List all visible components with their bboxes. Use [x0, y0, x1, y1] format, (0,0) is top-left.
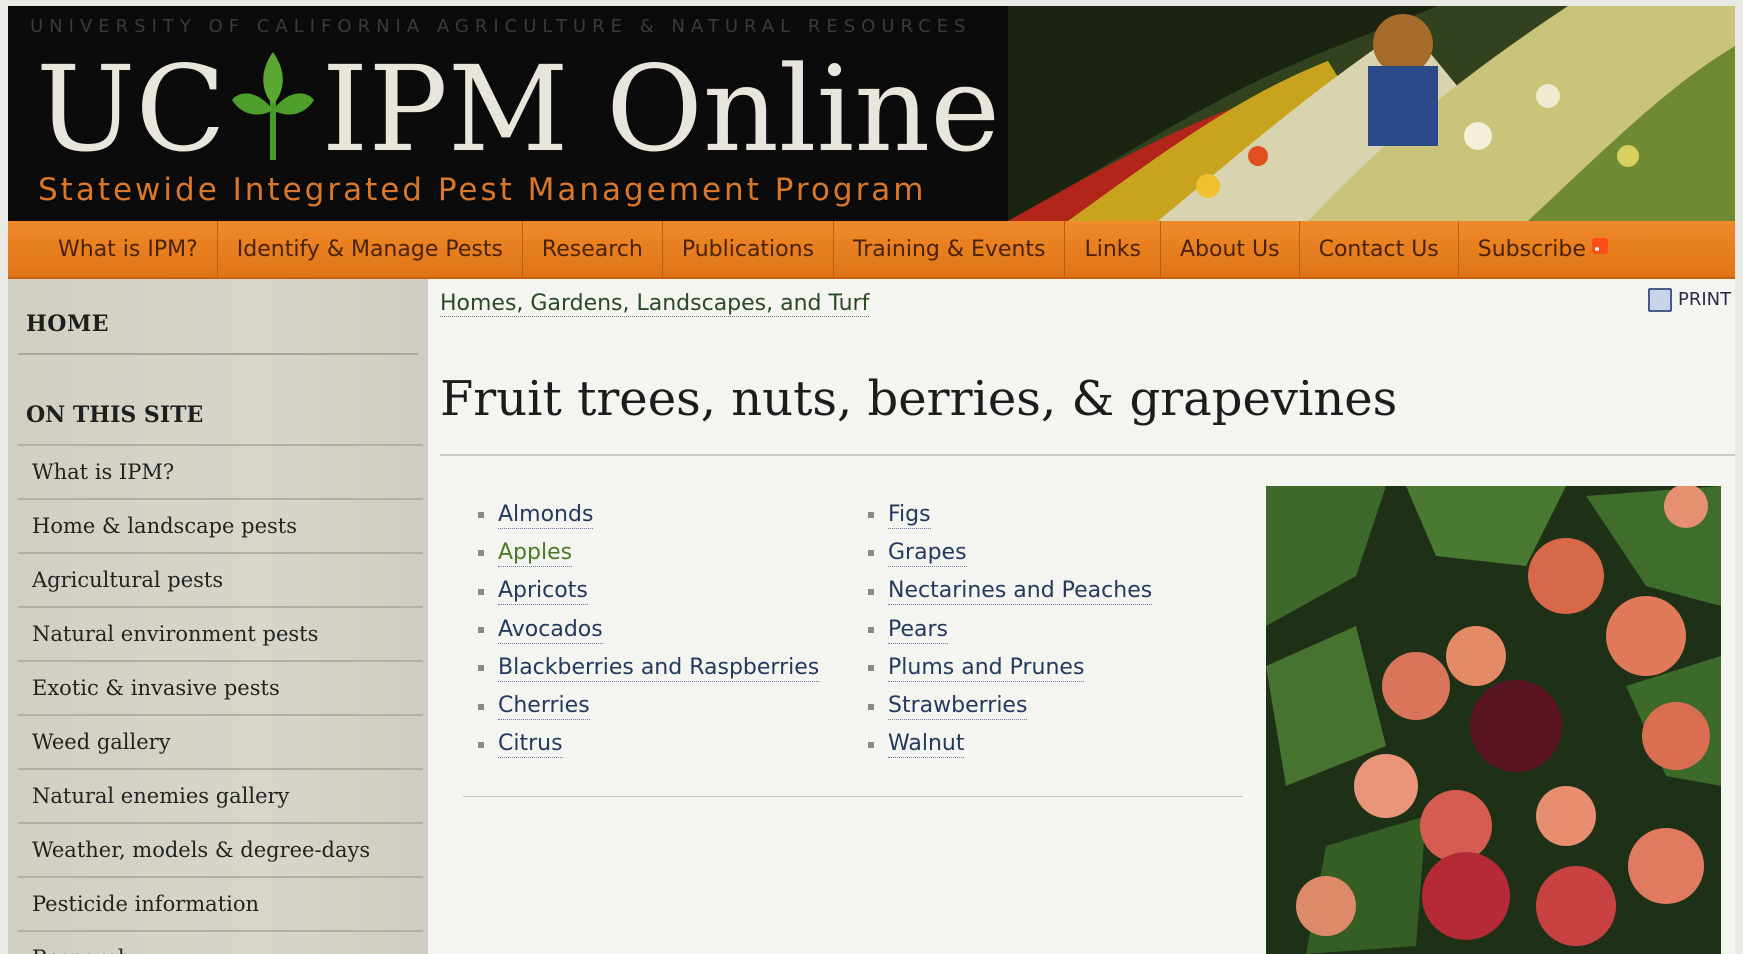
nav-publications[interactable]: Publications — [663, 221, 835, 277]
bullet-icon — [868, 627, 874, 634]
nav-contact-us[interactable]: Contact Us — [1300, 221, 1459, 277]
nav-about-us[interactable]: About Us — [1161, 221, 1300, 277]
link-citrus[interactable]: Citrus — [498, 731, 563, 759]
crop-list-right: Figs Grapes Nectarines and Peaches Pears… — [868, 496, 1153, 764]
bullet-icon — [868, 741, 874, 748]
nav-subscribe-label: Subscribe — [1477, 236, 1586, 262]
bullet-icon — [478, 550, 484, 557]
list-item: Walnut — [868, 726, 1152, 764]
logo-ipm-online: IPM Online — [321, 40, 1001, 178]
print-icon — [1648, 288, 1672, 312]
sidebar: HOME ON THIS SITE What is IPM? Home & la… — [8, 279, 428, 954]
crop-list-left: Almonds Apples Apricots Avocados Blackbe… — [478, 496, 820, 764]
link-figs[interactable]: Figs — [888, 502, 931, 529]
sidebar-list: What is IPM? Home & landscape pests Agri… — [18, 444, 423, 954]
page-title: Fruit trees, nuts, berries, & grapevines — [440, 371, 1398, 427]
list-item: Apples — [478, 534, 819, 572]
print-button[interactable]: PRINT — [1648, 288, 1731, 312]
tagline: Statewide Integrated Pest Management Pro… — [38, 172, 927, 208]
list-item: Avocados — [478, 611, 819, 649]
list-item: Figs — [868, 496, 1152, 534]
nav-research[interactable]: Research — [523, 221, 663, 277]
list-divider — [463, 796, 1243, 797]
bullet-icon — [478, 627, 484, 634]
bullet-icon — [478, 741, 484, 748]
sidebar-item-agricultural-pests[interactable]: Agricultural pests — [18, 552, 423, 606]
bullet-icon — [868, 550, 874, 557]
sidebar-item-research[interactable]: Research — [18, 930, 423, 954]
list-item: Grapes — [868, 534, 1152, 572]
bullet-icon — [868, 512, 874, 519]
list-item: Cherries — [478, 687, 819, 725]
university-name: UNIVERSITY OF CALIFORNIA AGRICULTURE & N… — [30, 16, 972, 37]
link-apricots[interactable]: Apricots — [498, 578, 588, 606]
page: UNIVERSITY OF CALIFORNIA AGRICULTURE & N… — [8, 6, 1735, 954]
list-item: Almonds — [478, 496, 819, 534]
nav-what-is-ipm[interactable]: What is IPM? — [8, 221, 218, 277]
link-plums-prunes[interactable]: Plums and Prunes — [888, 655, 1085, 682]
link-cherries[interactable]: Cherries — [498, 693, 590, 721]
bullet-icon — [478, 588, 484, 595]
link-walnut[interactable]: Walnut — [888, 731, 965, 759]
rss-icon — [1591, 238, 1608, 254]
link-grapes[interactable]: Grapes — [888, 540, 967, 567]
sidebar-heading: ON THIS SITE — [26, 402, 204, 428]
logo-uc: UC — [36, 40, 226, 178]
link-strawberries[interactable]: Strawberries — [888, 693, 1028, 721]
sidebar-item-natural-environment-pests[interactable]: Natural environment pests — [18, 606, 423, 660]
header-flower-photo — [1008, 6, 1735, 221]
main-nav: What is IPM? Identify & Manage Pests Res… — [8, 221, 1735, 279]
link-blackberries-raspberries[interactable]: Blackberries and Raspberries — [498, 655, 820, 682]
bullet-icon — [478, 703, 484, 710]
list-item: Strawberries — [868, 687, 1152, 725]
site-logo[interactable]: UC IPM Online — [36, 44, 1000, 174]
breadcrumb[interactable]: Homes, Gardens, Landscapes, and Turf — [440, 291, 870, 317]
nav-links[interactable]: Links — [1065, 221, 1161, 277]
list-item: Plums and Prunes — [868, 649, 1152, 687]
bullet-icon — [868, 588, 874, 595]
list-item: Citrus — [478, 726, 819, 764]
sidebar-item-pesticide-information[interactable]: Pesticide information — [18, 876, 423, 930]
sidebar-item-natural-enemies-gallery[interactable]: Natural enemies gallery — [18, 768, 423, 822]
nav-training-events[interactable]: Training & Events — [834, 221, 1066, 277]
bullet-icon — [478, 512, 484, 519]
list-item: Pears — [868, 611, 1152, 649]
title-divider — [440, 454, 1735, 456]
leaf-logo-icon — [231, 52, 314, 160]
list-item: Blackberries and Raspberries — [478, 649, 820, 687]
sidebar-item-weather-models[interactable]: Weather, models & degree-days — [18, 822, 423, 876]
sidebar-item-home-landscape-pests[interactable]: Home & landscape pests — [18, 498, 423, 552]
list-item: Apricots — [478, 573, 819, 611]
sidebar-item-what-is-ipm[interactable]: What is IPM? — [18, 444, 423, 498]
nav-identify-manage-pests[interactable]: Identify & Manage Pests — [218, 221, 523, 277]
bullet-icon — [478, 665, 484, 672]
bullet-icon — [868, 703, 874, 710]
sidebar-item-weed-gallery[interactable]: Weed gallery — [18, 714, 423, 768]
link-apples[interactable]: Apples — [498, 540, 573, 567]
link-almonds[interactable]: Almonds — [498, 502, 594, 529]
sidebar-divider — [18, 353, 418, 355]
sidebar-home-link[interactable]: HOME — [26, 311, 109, 337]
nav-subscribe[interactable]: Subscribe — [1459, 221, 1627, 277]
link-avocados[interactable]: Avocados — [498, 617, 603, 644]
berries-photo — [1266, 486, 1721, 954]
site-header: UNIVERSITY OF CALIFORNIA AGRICULTURE & N… — [8, 6, 1735, 221]
print-label: PRINT — [1678, 289, 1732, 310]
link-pears[interactable]: Pears — [888, 617, 949, 644]
bullet-icon — [868, 665, 874, 672]
sidebar-item-exotic-invasive-pests[interactable]: Exotic & invasive pests — [18, 660, 423, 714]
link-nectarines-peaches[interactable]: Nectarines and Peaches — [888, 578, 1153, 606]
list-item: Nectarines and Peaches — [868, 573, 1153, 611]
